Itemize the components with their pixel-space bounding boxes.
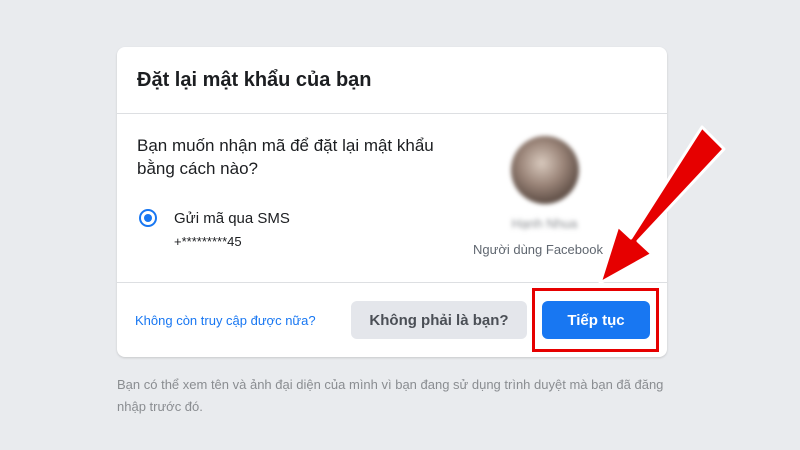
avatar [511,136,579,204]
reset-question: Bạn muốn nhận mã để đặt lại mật khẩu bằn… [137,136,434,178]
no-access-link[interactable]: Không còn truy cập được nữa? [135,313,316,328]
browser-note: Bạn có thể xem tên và ảnh đại diện của m… [117,377,664,414]
not-you-button[interactable]: Không phải là bạn? [351,301,527,339]
user-name: Hạnh Nhua [511,216,578,231]
masked-phone-number: +*********45 [174,234,242,249]
dialog-body: Bạn muốn nhận mã để đặt lại mật khẩu bằn… [117,114,667,283]
sms-radio-button[interactable] [139,209,157,227]
continue-button[interactable]: Tiếp tục [542,301,650,339]
dialog-title: Đặt lại mật khẩu của bạn [137,68,372,91]
user-type-label: Người dùng Facebook [473,242,603,257]
sms-option-label[interactable]: Gửi mã qua SMS [174,210,290,227]
dialog-header: Đặt lại mật khẩu của bạn [117,47,667,114]
